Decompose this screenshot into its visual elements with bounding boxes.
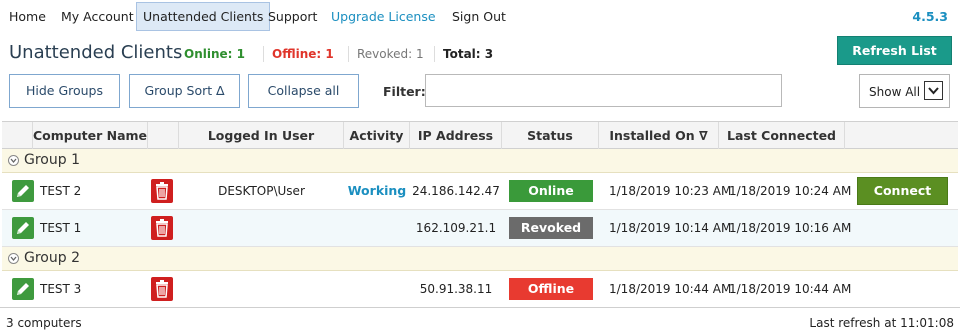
group-label: Group 1 <box>24 152 80 168</box>
filter-label: Filter: <box>383 84 426 99</box>
last-refresh-time: Last refresh at 11:01:08 <box>809 316 954 330</box>
chevron-down-icon[interactable] <box>924 81 943 100</box>
group-header[interactable]: Group 1 <box>2 149 958 173</box>
filter-input[interactable] <box>425 74 782 107</box>
version-label: 4.5.3 <box>912 9 948 24</box>
trash-icon[interactable] <box>151 277 173 301</box>
activity-status: Working <box>347 183 407 198</box>
nav-my-account[interactable]: My Account <box>61 2 134 31</box>
computer-name: TEST 1 <box>40 221 82 235</box>
logged-in-user: DESKTOP\User <box>218 184 305 198</box>
collapse-circle-icon[interactable] <box>8 155 19 166</box>
page-title: Unattended Clients <box>9 42 183 63</box>
status-badge: Revoked <box>509 217 593 239</box>
revoked-count: Revoked: 1 <box>357 47 424 61</box>
refresh-list-button[interactable]: Refresh List <box>837 36 952 65</box>
trash-icon[interactable] <box>151 216 173 240</box>
ip-address: 162.109.21.1 <box>415 221 497 235</box>
group-header[interactable]: Group 2 <box>2 247 958 271</box>
computer-name: TEST 3 <box>40 282 82 296</box>
top-nav: Home My Account Unattended Clients Suppo… <box>0 0 960 34</box>
clients-table: Computer Name Logged In User Activity IP… <box>2 121 958 308</box>
nav-sign-out[interactable]: Sign Out <box>452 2 506 31</box>
logged-in-user <box>179 210 344 246</box>
connect-button[interactable]: Connect <box>857 177 948 205</box>
stat-divider <box>348 46 349 62</box>
header-status[interactable]: Status <box>502 122 599 149</box>
header-installed-on[interactable]: Installed On ∇ <box>599 122 719 149</box>
header-ip-address[interactable]: IP Address <box>410 122 502 149</box>
show-filter-select[interactable]: Show All <box>859 74 950 108</box>
collapse-circle-icon[interactable] <box>8 253 19 264</box>
stat-divider <box>263 46 264 62</box>
stat-divider <box>434 46 435 62</box>
activity-status <box>344 271 410 307</box>
nav-support[interactable]: Support <box>268 2 317 31</box>
nav-upgrade-license[interactable]: Upgrade License <box>331 2 436 31</box>
header-delete-col <box>148 122 179 149</box>
nav-home[interactable]: Home <box>9 2 46 31</box>
header-computer-name[interactable]: Computer Name <box>33 122 148 149</box>
total-count: Total: 3 <box>443 47 494 61</box>
table-row[interactable]: TEST 3 50.91.38.11 Offline 1/18/2019 10:… <box>2 271 958 308</box>
pencil-icon[interactable] <box>12 180 34 202</box>
computer-name: TEST 2 <box>40 184 82 198</box>
table-row[interactable]: TEST 1 162.109.21.1 Revoked 1/18/2019 10… <box>2 210 958 247</box>
installed-on: 1/18/2019 10:14 AM <box>609 221 732 235</box>
online-count: Online: 1 <box>184 47 245 61</box>
header-last-connected[interactable]: Last Connected <box>719 122 845 149</box>
installed-on: 1/18/2019 10:44 AM <box>609 282 732 296</box>
show-filter-value: Show All <box>869 85 921 99</box>
header-icon-col <box>2 122 33 149</box>
status-footer: 3 computers Last refresh at 11:01:08 <box>0 307 960 335</box>
pencil-icon[interactable] <box>12 278 34 300</box>
collapse-all-button[interactable]: Collapse all <box>248 74 359 108</box>
status-badge: Online <box>509 180 593 202</box>
last-connected: 1/18/2019 10:44 AM <box>729 282 852 296</box>
ip-address: 50.91.38.11 <box>419 282 493 296</box>
hide-groups-button[interactable]: Hide Groups <box>9 74 120 108</box>
installed-on: 1/18/2019 10:23 AM <box>609 184 732 198</box>
group-label: Group 2 <box>24 250 80 266</box>
group-sort-button[interactable]: Group Sort ∆ <box>129 74 240 108</box>
nav-unattended-clients[interactable]: Unattended Clients <box>136 2 271 31</box>
logged-in-user <box>179 271 344 307</box>
pencil-icon[interactable] <box>12 217 34 239</box>
trash-icon[interactable] <box>151 179 173 203</box>
header-activity[interactable]: Activity <box>344 122 410 149</box>
activity-status <box>344 210 410 246</box>
table-row[interactable]: TEST 2 DESKTOP\User Working 24.186.142.4… <box>2 173 958 210</box>
last-connected: 1/18/2019 10:16 AM <box>729 221 852 235</box>
offline-count: Offline: 1 <box>272 47 334 61</box>
ip-address: 24.186.142.47 <box>412 184 500 198</box>
header-logged-in-user[interactable]: Logged In User <box>179 122 344 149</box>
last-connected: 1/18/2019 10:24 AM <box>729 184 852 198</box>
table-header: Computer Name Logged In User Activity IP… <box>2 121 958 149</box>
computer-count: 3 computers <box>6 316 82 330</box>
header-action-col <box>845 122 958 149</box>
status-badge: Offline <box>509 278 593 300</box>
